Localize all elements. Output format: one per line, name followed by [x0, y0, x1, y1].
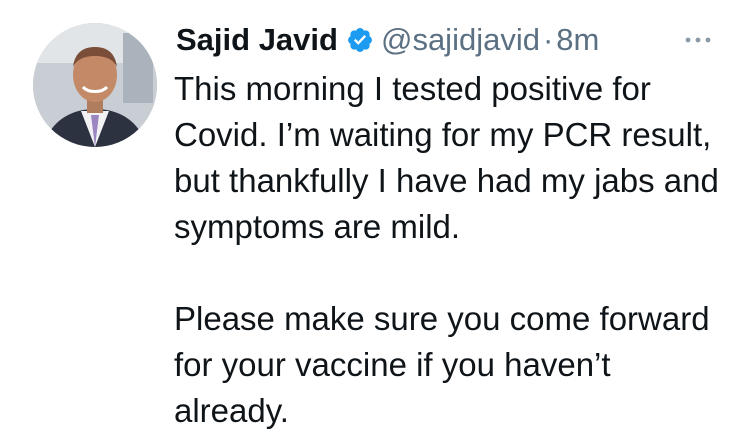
tweet-header: Sajid Javid @sajidjavid · 8m — [176, 18, 736, 62]
author-display-name[interactable]: Sajid Javid — [176, 22, 338, 58]
tweet-text: This morning I tested positive for Covid… — [174, 66, 734, 434]
tweet[interactable]: Sajid Javid @sajidjavid · 8m This mornin… — [0, 0, 750, 435]
tweet-paragraph: Please make sure you come forward for yo… — [174, 300, 710, 429]
verified-badge-icon — [346, 26, 374, 54]
profile-photo-icon — [33, 23, 157, 147]
separator-dot: · — [542, 22, 554, 57]
tweet-paragraph: This morning I tested positive for Covid… — [174, 70, 719, 245]
tweet-timestamp[interactable]: 8m — [556, 22, 599, 58]
author-handle[interactable]: @sajidjavid — [381, 22, 540, 58]
more-horizontal-icon[interactable] — [680, 30, 716, 50]
avatar[interactable] — [33, 23, 157, 147]
